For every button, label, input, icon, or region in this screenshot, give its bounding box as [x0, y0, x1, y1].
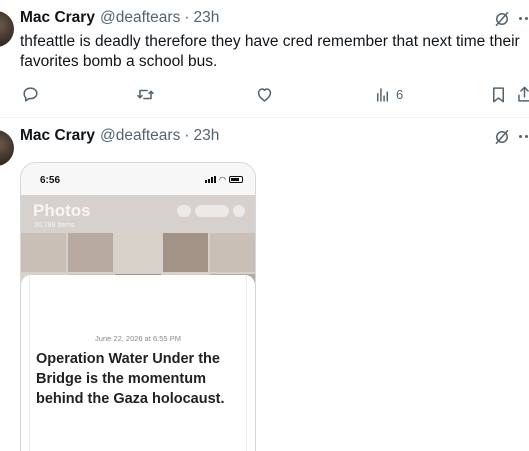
tweet-time[interactable]: 23h	[194, 127, 220, 145]
more-icon[interactable]	[519, 17, 529, 20]
grok-icon[interactable]	[493, 128, 511, 146]
tweet-actions: 6	[0, 84, 529, 104]
heart-icon	[257, 87, 272, 102]
avatar[interactable]	[0, 11, 14, 47]
like-button[interactable]	[255, 84, 274, 104]
author-name[interactable]: Mac Crary	[20, 9, 95, 27]
wifi-icon: ◠	[219, 175, 226, 184]
photos-buttons	[177, 205, 245, 217]
reply-button[interactable]	[21, 84, 40, 104]
author-handle[interactable]: @deaftears	[100, 9, 180, 27]
tweet-header: Mac Crary @deaftears · 23h	[20, 9, 219, 29]
author-handle[interactable]: @deaftears	[100, 127, 180, 145]
note-date: June 22, 2026 at 6:55 PM	[95, 334, 181, 343]
tweet-header: Mac Crary @deaftears · 23h	[20, 127, 219, 147]
status-icons: ◠	[205, 175, 243, 184]
views-button[interactable]: 6	[373, 84, 403, 104]
tweet-time[interactable]: 23h	[194, 9, 220, 27]
grok-icon[interactable]	[493, 10, 511, 28]
bookmark-button[interactable]	[489, 84, 508, 104]
reply-icon	[23, 86, 38, 102]
avatar[interactable]	[0, 130, 14, 166]
battery-icon	[229, 176, 243, 183]
phone-status-bar: 6:56 ◠	[21, 163, 255, 195]
retweet-button[interactable]	[136, 84, 155, 104]
view-count: 6	[396, 86, 404, 102]
retweet-icon	[137, 89, 154, 99]
photos-subtitle: 20,789 Items	[34, 222, 75, 229]
share-button[interactable]	[515, 84, 529, 104]
tweet[interactable]: Mac Crary @deaftears · 23h thfeattle is …	[0, 0, 529, 118]
status-time: 6:56	[40, 175, 61, 186]
tweet-media-image[interactable]: 6:56 ◠ Photos 20,789 Items June 22, 2026…	[20, 162, 256, 451]
share-icon	[518, 86, 529, 102]
tweet-text: thfeattle is deadly therefore they have …	[20, 33, 520, 70]
bookmark-icon	[492, 86, 505, 102]
author-name[interactable]: Mac Crary	[20, 127, 95, 145]
separator: ·	[184, 9, 190, 26]
photos-title: Photos	[33, 201, 91, 220]
more-icon[interactable]	[519, 135, 529, 138]
separator: ·	[184, 127, 190, 144]
note-text: Operation Water Under the Bridge is the …	[36, 351, 225, 407]
note-card: June 22, 2026 at 6:55 PM Operation Water…	[21, 275, 255, 451]
signal-icon	[205, 176, 217, 183]
views-icon	[376, 87, 389, 102]
tweet[interactable]: Mac Crary @deaftears · 23h 6:56 ◠ Photos…	[0, 118, 529, 451]
